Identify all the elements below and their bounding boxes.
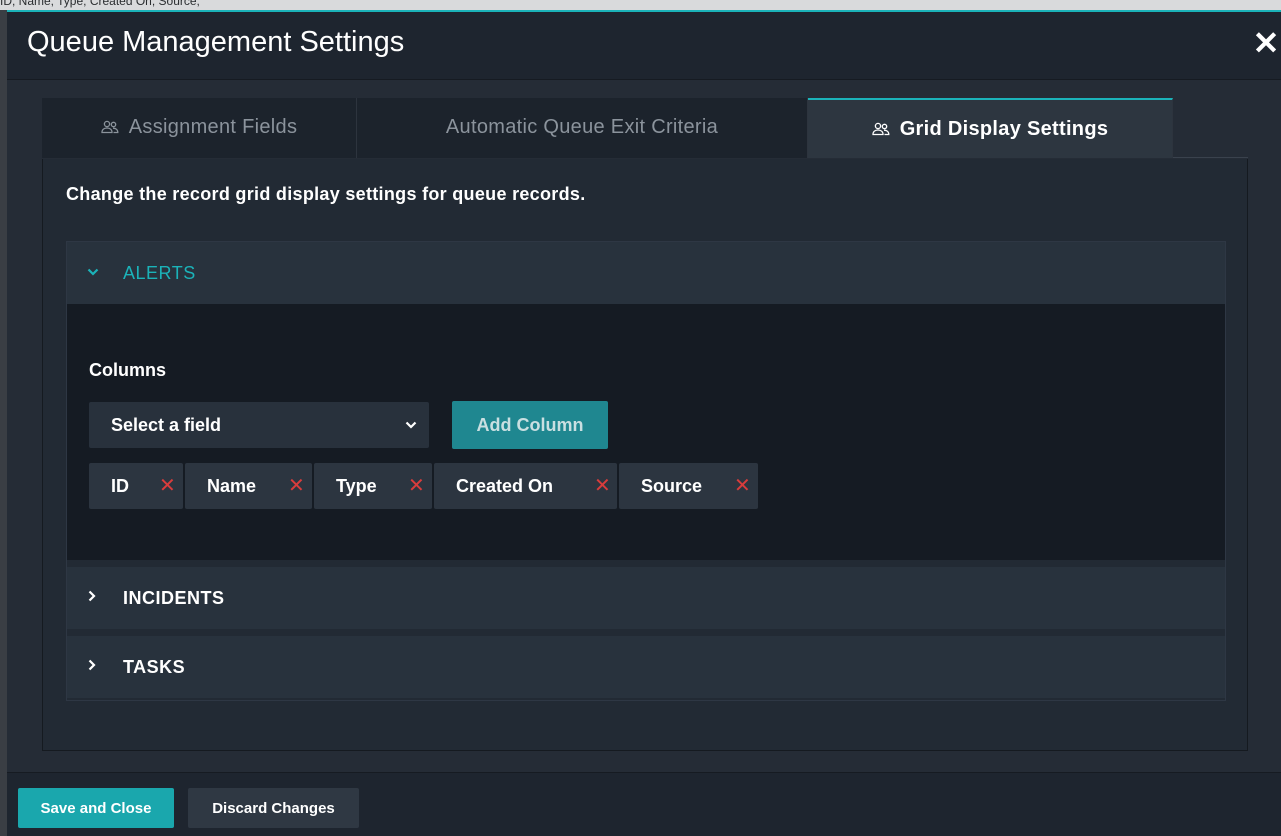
chip-label: Type [336,476,377,496]
accordion-header-alerts[interactable]: ALERTS [67,242,1225,304]
background-page-strip: ID, Name, Type, Created On, Source, [0,0,1281,10]
column-chip-name: Name ✕ [185,463,312,509]
chevron-right-icon [87,636,97,698]
tab-label: Grid Display Settings [899,118,1109,140]
save-and-close-button[interactable]: Save and Close [18,788,174,828]
queue-settings-modal: Queue Management Settings ✕ Assignment F… [7,10,1281,836]
modal-title: Queue Management Settings [27,26,405,58]
chip-label: Name [207,476,257,496]
alerts-accordion-body: Columns Select a field Add Column ID ✕ N… [67,304,1225,560]
field-select-value: Select a field [111,415,222,435]
tab-label: Automatic Queue Exit Criteria [445,116,719,138]
remove-icon[interactable]: ✕ [734,463,751,509]
chevron-down-icon [405,402,417,448]
modal-footer: Save and Close Discard Changes [7,772,1281,836]
tab-assignment-fields[interactable]: Assignment Fields [42,98,357,158]
chevron-down-icon [87,242,99,304]
add-column-button[interactable]: Add Column [452,401,608,449]
field-select-dropdown[interactable]: Select a field [89,402,429,448]
panel-description: Change the record grid display settings … [66,184,586,204]
remove-icon[interactable]: ✕ [288,463,305,509]
column-chip-created-on: Created On ✕ [434,463,617,509]
background-text: ID, Name, Type, Created On, Source, [0,0,200,8]
modal-header: Queue Management Settings ✕ [7,12,1281,80]
remove-icon[interactable]: ✕ [408,463,425,509]
chip-label: Created On [456,476,554,496]
accordion-label: ALERTS [123,263,196,283]
discard-changes-button[interactable]: Discard Changes [188,788,359,828]
accordion-header-tasks[interactable]: TASKS [67,636,1225,698]
close-icon[interactable]: ✕ [1251,26,1281,60]
columns-label: Columns [89,360,167,380]
chip-label: Source [641,476,703,496]
remove-icon[interactable]: ✕ [594,463,611,509]
grid-display-settings-panel: Change the record grid display settings … [42,159,1248,751]
accordion-label: INCIDENTS [123,588,225,608]
column-chip-source: Source ✕ [619,463,758,509]
tab-bar: Assignment Fields Automatic Queue Exit C… [42,98,1248,158]
column-chip-id: ID ✕ [89,463,183,509]
remove-icon[interactable]: ✕ [159,463,176,509]
module-accordion: ALERTS Columns Select a field Add Column… [66,241,1226,701]
chevron-right-icon [87,567,97,629]
users-icon [872,101,890,159]
accordion-label: TASKS [123,657,186,677]
users-icon [101,99,119,157]
tab-grid-display-settings[interactable]: Grid Display Settings [808,98,1173,158]
accordion-header-incidents[interactable]: INCIDENTS [67,567,1225,629]
tab-label: Assignment Fields [128,116,298,138]
column-chip-type: Type ✕ [314,463,432,509]
chip-label: ID [111,476,129,496]
tab-automatic-queue-exit-criteria[interactable]: Automatic Queue Exit Criteria [357,98,808,158]
